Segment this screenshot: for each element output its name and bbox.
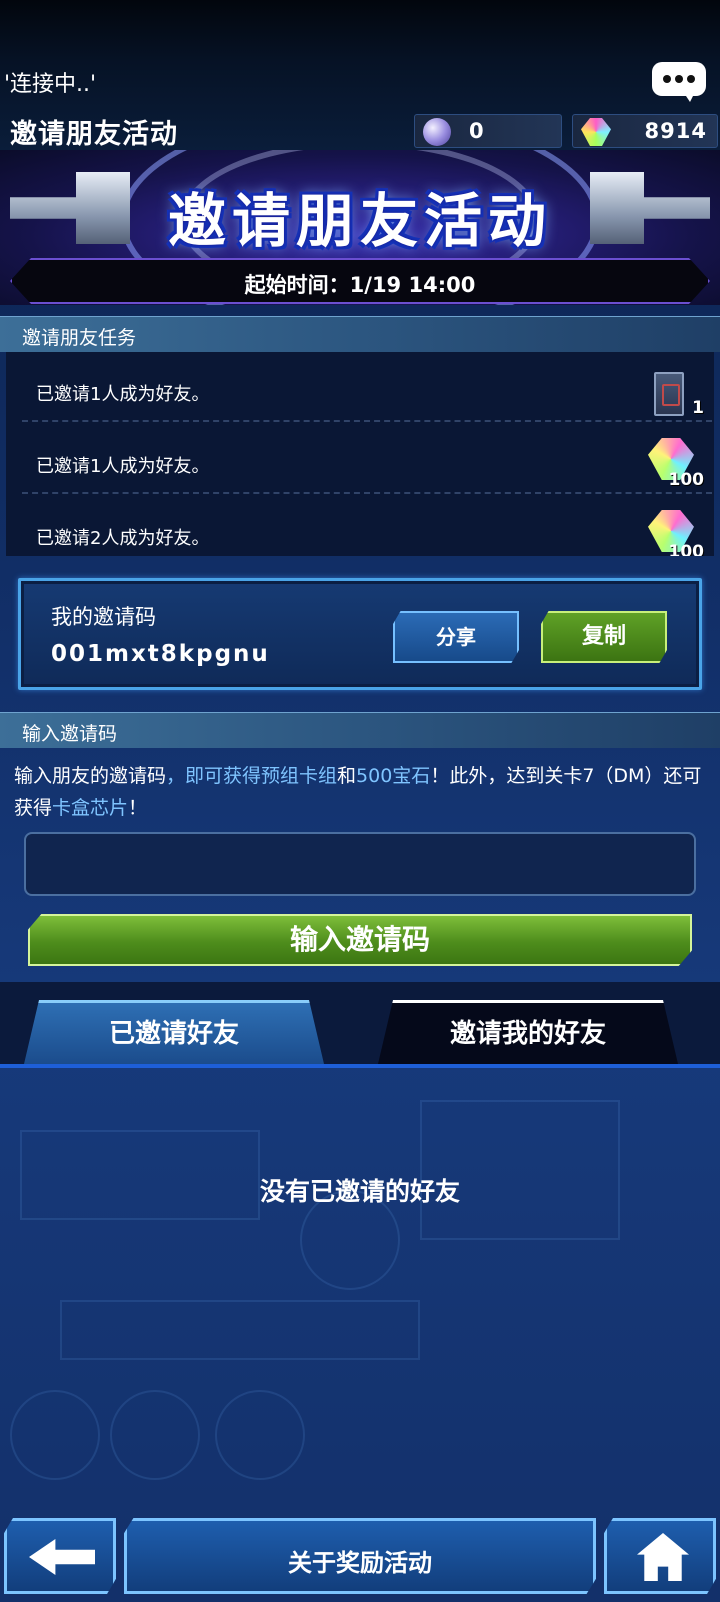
- mission-text: 已邀请1人成为好友。: [36, 384, 210, 405]
- gem-currency: 8914: [572, 114, 718, 148]
- mission-item: 已邀请1人成为好友。 1: [22, 352, 712, 422]
- enter-code-header: 输入邀请码: [0, 712, 720, 748]
- mission-text: 已邀请1人成为好友。: [36, 456, 210, 477]
- friends-tabs: 已邀请好友 邀请我的好友: [0, 982, 720, 1066]
- desc-part: ！: [128, 797, 148, 819]
- enter-code-heading: 输入邀请码: [22, 723, 118, 745]
- missions-heading: 邀请朋友任务: [22, 327, 137, 349]
- page-title: 邀请朋友活动: [10, 119, 178, 150]
- enter-code-button[interactable]: 输入邀请码: [28, 914, 692, 966]
- reward-quantity: 1: [692, 398, 704, 418]
- invite-code-card: 我的邀请码 001mxt8kpgnu 分享 复制: [18, 578, 702, 690]
- back-button[interactable]: [4, 1518, 116, 1594]
- tab-underline: [0, 1064, 720, 1068]
- desc-highlight: ，即可获得预组卡组: [166, 765, 338, 787]
- gem-icon: [581, 118, 611, 146]
- copy-button[interactable]: 复制: [541, 611, 667, 663]
- desc-highlight: 500宝石: [356, 765, 431, 787]
- enter-code-description: 输入朋友的邀请码，即可获得预组卡组和500宝石！此外，达到关卡7（DM）还可获得…: [14, 760, 714, 824]
- chat-icon[interactable]: [652, 62, 706, 102]
- desc-part: 输入朋友的邀请码: [14, 765, 167, 787]
- start-time: 起始时间：1/19 14:00: [244, 273, 476, 297]
- about-rewards-label: 关于奖励活动: [288, 1549, 432, 1577]
- invite-code-input[interactable]: [24, 832, 696, 896]
- desc-highlight: 卡盒芯片: [52, 797, 129, 819]
- desc-part: 和: [337, 765, 357, 787]
- mission-item: 已邀请2人成为好友。 100: [22, 496, 712, 556]
- orb-count: 0: [469, 119, 485, 143]
- orb-currency: 0: [414, 114, 562, 148]
- missions-list[interactable]: 已邀请1人成为好友。 1 已邀请1人成为好友。 100 已邀请2人成为好友。 1…: [6, 352, 714, 556]
- invite-code-label: 我的邀请码: [51, 605, 156, 629]
- home-button[interactable]: [604, 1518, 716, 1594]
- orb-icon: [423, 118, 451, 146]
- empty-friends-message: 没有已邀请的好友: [259, 1177, 460, 1206]
- gem-count: 8914: [644, 119, 707, 143]
- reward-quantity: 100: [668, 470, 705, 490]
- mission-item: 已邀请1人成为好友。 100: [22, 424, 712, 494]
- tab-invited-friends[interactable]: 已邀请好友: [24, 1000, 324, 1064]
- invite-code-value: 001mxt8kpgnu: [51, 641, 270, 667]
- missions-header: 邀请朋友任务: [0, 316, 720, 352]
- mission-text: 已邀请2人成为好友。: [36, 528, 210, 549]
- about-rewards-button[interactable]: 关于奖励活动: [124, 1518, 596, 1594]
- start-time-bar: 起始时间：1/19 14:00: [10, 258, 710, 304]
- back-arrow-icon: [29, 1539, 95, 1575]
- banner-title: 邀请朋友活动: [167, 187, 552, 255]
- card-pack-icon: [654, 372, 684, 416]
- home-icon: [637, 1533, 689, 1581]
- share-button[interactable]: 分享: [393, 611, 519, 663]
- reward-quantity: 100: [668, 542, 705, 556]
- tab-friends-who-invited-me[interactable]: 邀请我的好友: [378, 1000, 678, 1064]
- connection-status: '连接中..': [4, 72, 97, 97]
